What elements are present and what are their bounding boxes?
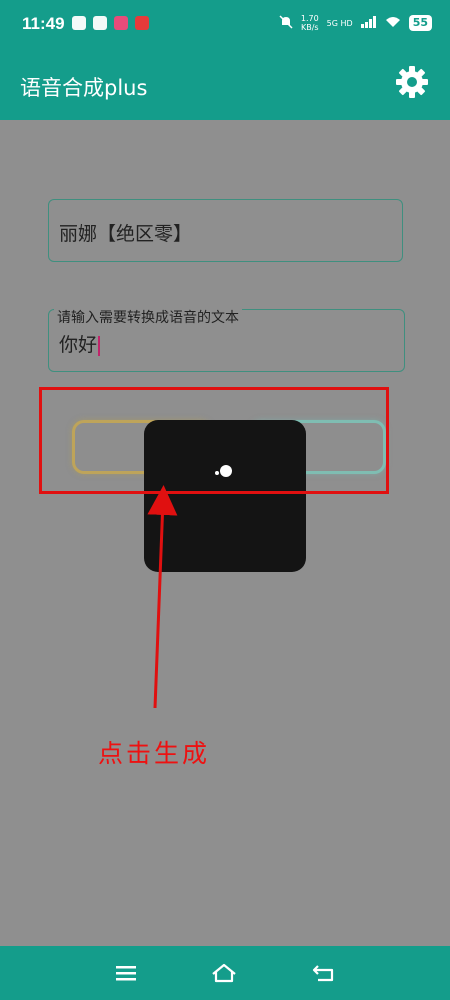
back-icon[interactable] — [310, 960, 338, 986]
home-icon[interactable] — [210, 960, 238, 986]
menu-icon[interactable] — [112, 960, 140, 986]
annotation-label: 点击生成 — [98, 739, 211, 768]
navigation-bar — [0, 946, 450, 1000]
annotation-arrow — [147, 485, 178, 709]
